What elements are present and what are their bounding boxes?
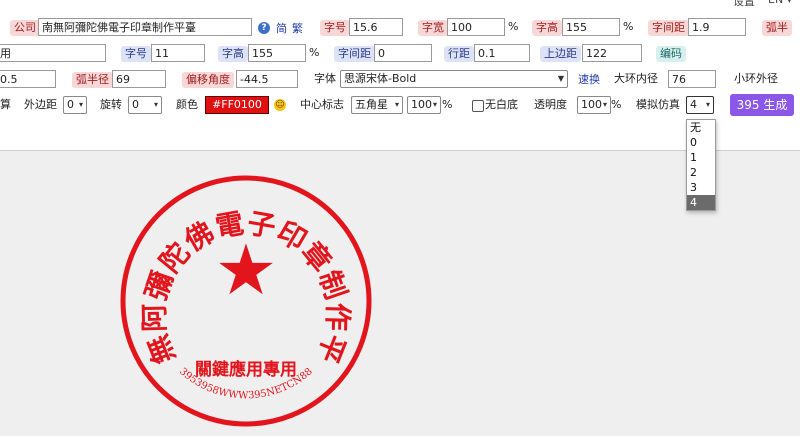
smiley-icon[interactable]: ☺ (274, 99, 286, 111)
ring-width-input[interactable] (0, 70, 56, 88)
char-height-input[interactable] (562, 18, 620, 36)
help-icon[interactable]: ? (258, 22, 270, 34)
sim-option[interactable]: 无 (687, 120, 715, 135)
font-size-input[interactable] (349, 18, 403, 36)
font-size-input-2[interactable] (151, 44, 205, 62)
usage-input[interactable] (0, 44, 106, 62)
char-spacing-input[interactable] (688, 18, 746, 36)
char-width-label: 字宽 (418, 20, 448, 36)
opacity-label: 透明度 (534, 98, 567, 111)
sim-select[interactable]: 4 ▾ (686, 96, 714, 114)
arc-half-label: 弧半 (762, 20, 792, 36)
simplified-toggle[interactable]: 简 (276, 20, 287, 36)
offset-angle-label: 偏移角度 (182, 72, 234, 88)
char-spacing-label-2: 字间距 (334, 46, 375, 62)
outer-margin-select[interactable]: 0 ▾ (63, 96, 87, 114)
line-spacing-input[interactable] (474, 44, 530, 62)
char-height-unit: % (623, 20, 634, 33)
outer-ring-input[interactable] (668, 70, 716, 88)
char-height-input-2[interactable] (248, 44, 306, 62)
rotation-select[interactable]: 0 ▾ (128, 96, 162, 114)
no-bg-checkbox[interactable] (472, 100, 484, 112)
stamp-middle-text: 關鍵應用專用 (195, 359, 297, 380)
code-button[interactable]: 编码 (656, 46, 686, 62)
sim-label: 模拟仿真 (636, 98, 680, 111)
opacity-unit: % (611, 98, 622, 111)
calc-label: 算 (0, 98, 11, 111)
center-scale-select[interactable]: 100 ▾ (407, 96, 441, 114)
language-toggle[interactable]: EN ▾ (768, 0, 792, 6)
char-width-input[interactable] (447, 18, 505, 36)
font-size-label: 字号 (320, 20, 350, 36)
sim-dropdown-list[interactable]: 无 0 1 2 3 4 (686, 119, 716, 211)
line-spacing-label: 行距 (444, 46, 474, 62)
arc-radius-label: 弧半径 (72, 72, 113, 88)
font-select[interactable]: 思源宋体-Bold ▼ (340, 70, 568, 88)
outer-ring-label: 大环内径 (614, 72, 658, 85)
top-margin-label: 上边距 (540, 46, 581, 62)
outer-margin-label: 外边距 (24, 98, 57, 111)
color-picker[interactable]: #FF0100 (205, 96, 269, 114)
sim-option[interactable]: 3 (687, 180, 715, 195)
char-spacing-input-2[interactable] (374, 44, 432, 62)
font-label: 字体 (314, 72, 336, 85)
font-size-label-2: 字号 (121, 46, 151, 62)
char-height-unit-2: % (309, 46, 320, 59)
color-label: 颜色 (176, 98, 198, 111)
char-height-label: 字高 (532, 20, 562, 36)
generate-button[interactable]: 395 生成 (730, 94, 794, 116)
char-spacing-label: 字间距 (648, 20, 689, 36)
stamp-star-icon: ★ (215, 229, 278, 311)
small-ring-label: 小环外径 (734, 72, 778, 85)
sim-option[interactable]: 2 (687, 165, 715, 180)
no-bg-label: 无白底 (485, 98, 518, 111)
char-height-label-2: 字高 (218, 46, 248, 62)
traditional-toggle[interactable]: 繁 (292, 20, 303, 36)
sim-option[interactable]: 0 (687, 135, 715, 150)
quick-switch-link[interactable]: 速换 (578, 71, 600, 87)
center-mark-label: 中心标志 (300, 98, 344, 111)
center-mark-select[interactable]: 五角星 ▾ (351, 96, 403, 114)
toolbar: 设置 EN ▾ 公司 ? 简 繁 字号 字宽 % 字高 % 字间距 弧半 字号 … (0, 0, 800, 151)
char-width-unit: % (508, 20, 519, 33)
center-scale-unit: % (442, 98, 453, 111)
company-label: 公司 (10, 20, 40, 36)
company-input[interactable] (38, 18, 252, 36)
settings-link[interactable]: 设置 (733, 0, 755, 9)
rotation-label: 旋转 (100, 98, 122, 111)
offset-angle-input[interactable] (236, 70, 298, 88)
sim-option[interactable]: 1 (687, 150, 715, 165)
sim-option-selected[interactable]: 4 (687, 195, 715, 210)
opacity-select[interactable]: 100 ▾ (577, 96, 611, 114)
arc-radius-input[interactable] (112, 70, 166, 88)
stamp-preview: 南無阿彌陀佛電子印章制作平臺 ★ 關鍵應用專用 3953958WWW395NET… (117, 172, 372, 427)
top-margin-input[interactable] (582, 44, 642, 62)
